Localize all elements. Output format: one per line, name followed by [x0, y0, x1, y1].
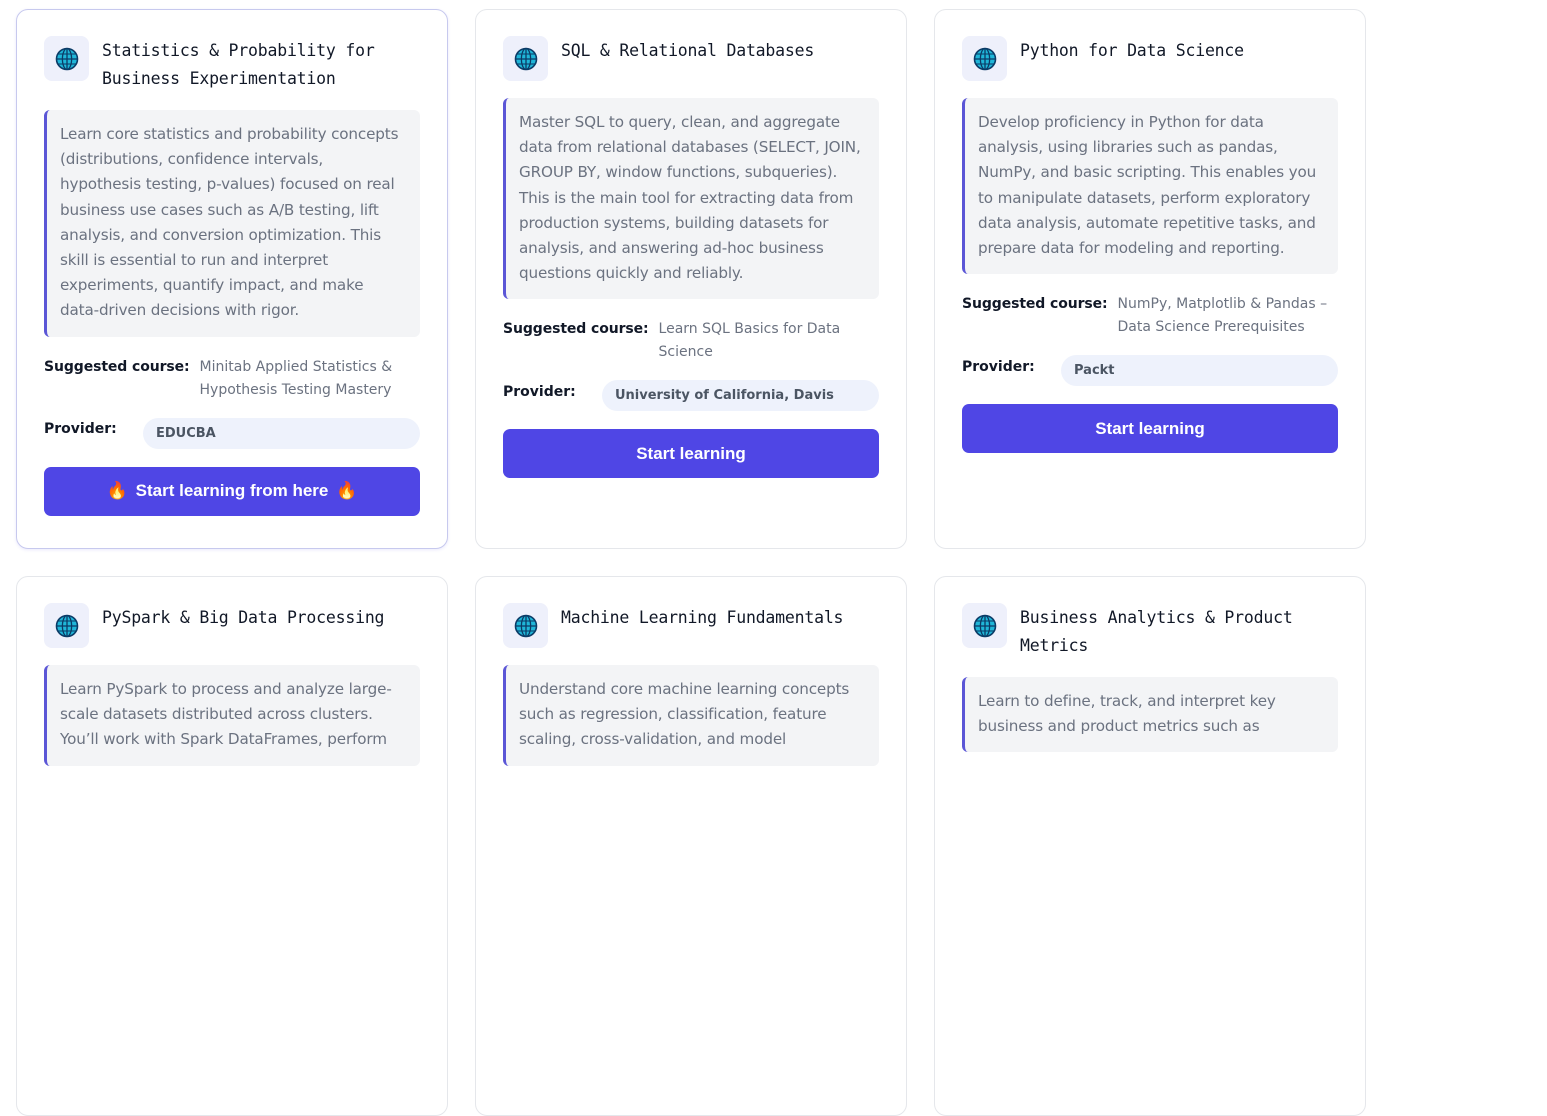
- start-learning-button[interactable]: Start learning: [962, 404, 1338, 454]
- suggested-course-row: Suggested course: Minitab Applied Statis…: [44, 356, 420, 402]
- card-header: Statistics & Probability for Business Ex…: [44, 36, 420, 93]
- suggested-course-name: Minitab Applied Statistics & Hypothesis …: [199, 358, 393, 398]
- card-header: SQL & Relational Databases: [503, 36, 879, 81]
- suggested-course-label: Suggested course:: [962, 296, 1108, 313]
- card-description: Learn core statistics and probability co…: [44, 110, 420, 337]
- suggested-course-name: NumPy, Matplotlib & Pandas – Data Scienc…: [1117, 296, 1328, 336]
- provider-row: Provider: EDUCBA: [44, 417, 420, 449]
- provider-label: Provider:: [44, 421, 117, 438]
- card-header: Machine Learning Fundamentals: [503, 603, 879, 648]
- suggested-course-row: Suggested course: NumPy, Matplotlib & Pa…: [962, 293, 1338, 339]
- globe-icon: [962, 36, 1007, 81]
- card-title: Python for Data Science: [1020, 41, 1244, 60]
- provider-chip: University of California, Davis: [602, 380, 879, 412]
- start-learning-button[interactable]: Start learning: [503, 429, 879, 479]
- skills-grid: Statistics & Probability for Business Ex…: [16, 9, 1366, 1116]
- card-description: Master SQL to query, clean, and aggregat…: [503, 98, 879, 300]
- card-title: Machine Learning Fundamentals: [561, 608, 844, 627]
- provider-chip: EDUCBA: [143, 417, 420, 449]
- suggested-course-name: Learn SQL Basics for Data Science: [658, 321, 841, 361]
- card-title: Statistics & Probability for Business Ex…: [102, 41, 375, 88]
- skill-card: Python for Data Science Develop proficie…: [934, 9, 1366, 549]
- button-label: Start learning from here: [135, 481, 329, 501]
- suggested-course-label: Suggested course:: [503, 321, 649, 338]
- skill-card: Machine Learning Fundamentals Understand…: [475, 576, 907, 1116]
- provider-label: Provider:: [962, 358, 1035, 375]
- skill-card: Business Analytics & Product Metrics Lea…: [934, 576, 1366, 1116]
- skill-card: Statistics & Probability for Business Ex…: [16, 9, 448, 549]
- globe-icon: [44, 36, 89, 81]
- card-header: Python for Data Science: [962, 36, 1338, 81]
- provider-chip: Packt: [1061, 355, 1338, 387]
- card-header: Business Analytics & Product Metrics: [962, 603, 1338, 660]
- suggested-course-label: Suggested course:: [44, 358, 190, 375]
- skill-card: SQL & Relational Databases Master SQL to…: [475, 9, 907, 549]
- card-description: Learn PySpark to process and analyze lar…: [44, 665, 420, 766]
- start-learning-button[interactable]: 🔥 Start learning from here 🔥: [44, 466, 420, 516]
- card-title: PySpark & Big Data Processing: [102, 608, 385, 627]
- card-title: SQL & Relational Databases: [561, 41, 815, 60]
- globe-icon: [44, 603, 89, 648]
- card-description: Develop proficiency in Python for data a…: [962, 98, 1338, 275]
- provider-row: Provider: University of California, Davi…: [503, 380, 879, 412]
- card-description: Understand core machine learning concept…: [503, 665, 879, 766]
- globe-icon: [962, 603, 1007, 648]
- provider-row: Provider: Packt: [962, 355, 1338, 387]
- card-header: PySpark & Big Data Processing: [44, 603, 420, 648]
- provider-label: Provider:: [503, 383, 576, 400]
- card-title: Business Analytics & Product Metrics: [1020, 608, 1293, 655]
- card-description: Learn to define, track, and interpret ke…: [962, 677, 1338, 753]
- fire-icon: 🔥: [106, 481, 128, 501]
- globe-icon: [503, 36, 548, 81]
- skill-card: PySpark & Big Data Processing Learn PySp…: [16, 576, 448, 1116]
- globe-icon: [503, 603, 548, 648]
- suggested-course-row: Suggested course: Learn SQL Basics for D…: [503, 318, 879, 364]
- fire-icon: 🔥: [336, 481, 358, 501]
